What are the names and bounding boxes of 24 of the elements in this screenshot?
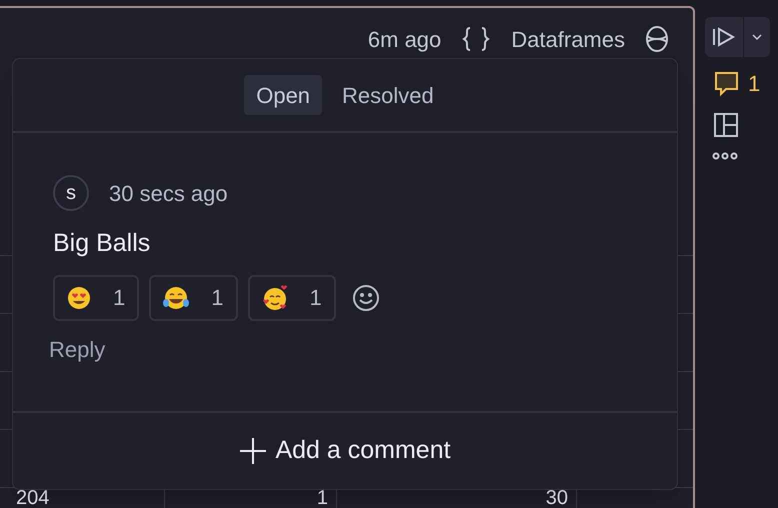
- reaction-button[interactable]: 1: [149, 274, 238, 320]
- reaction-button[interactable]: 1: [53, 274, 140, 320]
- more-icon[interactable]: [712, 152, 738, 160]
- plus-icon: [239, 437, 268, 465]
- add-comment-button[interactable]: Add a comment: [13, 411, 677, 489]
- run-button[interactable]: [705, 17, 770, 57]
- dataframes-button[interactable]: Dataframes: [511, 22, 625, 56]
- updated-time: 6m ago: [368, 26, 442, 54]
- comments-button[interactable]: 1: [714, 67, 760, 100]
- layout-icon[interactable]: [714, 113, 738, 137]
- comment-icon: [714, 70, 740, 96]
- reaction-button[interactable]: 1: [248, 274, 336, 320]
- database-icon[interactable]: [645, 25, 669, 53]
- emoji-icon: [163, 286, 190, 310]
- braces-icon[interactable]: [461, 26, 492, 52]
- comment-text: Big Balls: [53, 228, 152, 259]
- emoji-icon: [262, 284, 288, 310]
- avatar: s: [53, 175, 89, 211]
- comment-time: 30 secs ago: [109, 180, 228, 208]
- add-reaction-icon[interactable]: [352, 284, 380, 312]
- reply-link[interactable]: Reply: [49, 332, 106, 366]
- emoji-icon: [67, 286, 91, 310]
- tab[interactable]: Open: [244, 75, 322, 115]
- tab[interactable]: Resolved: [330, 75, 446, 115]
